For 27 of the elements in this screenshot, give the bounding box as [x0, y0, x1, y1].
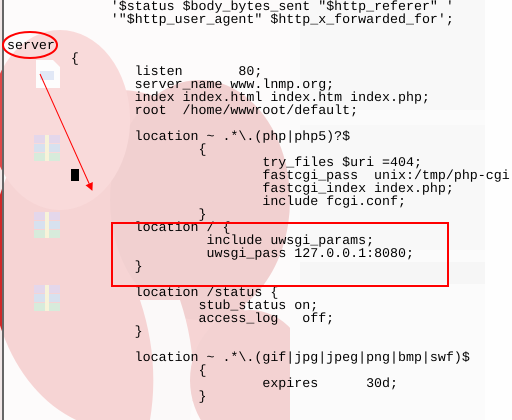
code-line: include uwsgi_params;	[206, 233, 374, 248]
code-line: location ~ .*\.(gif|jpg|jpeg|png|bmp|swf)$	[134, 350, 470, 365]
code-line: {	[198, 142, 206, 157]
text-cursor	[71, 169, 79, 181]
code-line: }	[198, 207, 206, 222]
highlight-ellipse	[2, 31, 58, 59]
code-line: access_log off;	[198, 311, 334, 326]
code-line: location ~ .*\.(php|php5)?$	[134, 129, 350, 144]
code-line: server	[7, 38, 55, 53]
code-line: root /home/wwwroot/default;	[134, 103, 358, 118]
code-line: listen 80;	[134, 64, 262, 79]
code-line: server_name www.lnmp.org;	[134, 77, 334, 92]
code-line: '"$http_user_agent" $http_x_forwarded_for';	[110, 12, 454, 27]
code-line: uwsgi_pass 127.0.0.1:8080;	[206, 246, 414, 261]
code-line: stub_status on;	[198, 298, 318, 313]
code-line: fastcgi_pass unix:/tmp/php-cgi	[262, 168, 510, 183]
code-line: index index.html index.htm index.php;	[134, 90, 430, 105]
code-line: try_files $uri =404;	[262, 155, 422, 170]
code-line: expires 30d;	[262, 376, 398, 391]
code-line: '$status $body_bytes_sent "$http_referer" '	[110, 0, 454, 14]
code-line: {	[70, 51, 79, 66]
code-line: }	[198, 389, 206, 404]
code-line: {	[198, 363, 206, 378]
code-line: }	[134, 324, 143, 339]
code-line: }	[134, 259, 143, 274]
code-line: include fcgi.conf;	[262, 194, 406, 209]
code-line: fastcgi_index index.php;	[262, 181, 454, 196]
